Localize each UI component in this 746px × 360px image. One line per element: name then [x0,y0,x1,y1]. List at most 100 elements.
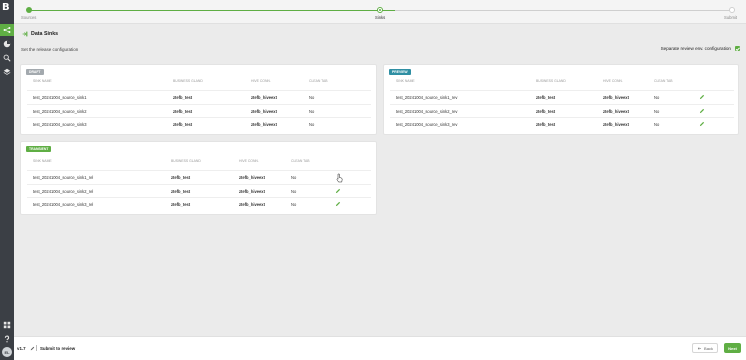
step-sources-dot[interactable] [26,7,32,13]
col-sink-name: SINK NAME [33,79,52,83]
back-button[interactable]: Back [692,343,718,353]
edit-button[interactable] [699,94,705,100]
col-clean-tab: CLEAN TAB [654,79,673,83]
hand-cursor-icon [336,173,343,183]
gland-cell: ztefb_test [173,122,193,127]
version-label: v1.7 [17,346,26,351]
search-icon [3,54,11,62]
sink-name-cell: test_20241004_source_sink3 [33,122,87,127]
sink-name-cell: test_20241004_source_sink3_rel [33,202,94,207]
gland-cell: ztefb_test [171,175,191,180]
table-row[interactable]: test_20241004_source_sink3_rel ztefb_tes… [27,197,371,210]
page-title-text: Data Sinks [31,31,59,37]
separate-review-toggle[interactable]: Separate review env. configuration [661,46,740,51]
pencil-icon [699,121,705,127]
clean-cell: No [654,122,660,127]
transient-badge: TRANSIENT [26,146,52,152]
table-row[interactable]: test_20241004_source_sink1 ztefb_test zt… [27,90,371,103]
pencil-icon [335,188,341,194]
table-row[interactable]: test_20241004_source_sink2_rel ztefb_tes… [27,184,371,197]
nav-apps[interactable] [0,319,14,331]
hive-cell: ztefb_hiveext [239,175,265,180]
draft-badge: DRAFT [26,69,44,75]
table-row[interactable]: test_20241004_source_sink2_rev ztefb_tes… [390,104,734,117]
sink-name-cell: test_20241004_source_sink2_rel [33,189,94,194]
stepper-remaining-line [395,10,732,11]
edit-button[interactable] [335,188,341,194]
sink-flow-icon [3,26,11,34]
clean-cell: No [291,189,297,194]
sink-name-cell: test_20241004_source_sink1 [33,95,87,100]
hive-cell: ztefb_hiveext [239,189,265,194]
arrow-left-icon [697,346,702,350]
sink-name-cell: test_20241004_source_sink3_rev [396,122,458,127]
pencil-icon [699,94,705,100]
nav-search[interactable] [0,52,14,64]
left-nav-rail: B EL [0,0,14,360]
nav-layers[interactable] [0,66,14,78]
gland-cell: ztefb_test [536,95,556,100]
clean-cell: No [291,175,297,180]
sink-icon [22,31,28,37]
preview-sinks-card: PREVIEW SINK NAME BUSINESS GLAND HIVE CO… [383,64,739,135]
progress-stepper: Sources Sinks Submit [14,0,746,24]
gland-cell: ztefb_test [171,189,191,194]
clean-cell: No [309,122,315,127]
gland-cell: ztefb_test [173,95,193,100]
hive-cell: ztefb_hiveext [251,95,277,100]
clean-cell: No [309,95,315,100]
hive-cell: ztefb_hiveext [239,202,265,207]
draft-sinks-card: DRAFT SINK NAME BUSINESS GLAND HIVE CONN… [20,64,377,135]
page-subtitle: Set the release configuration [21,47,79,52]
edit-version-icon[interactable] [30,346,35,351]
clean-cell: No [291,202,297,207]
apps-grid-icon [3,321,11,329]
step-submit-dot[interactable] [729,7,735,13]
step-sources-label: Sources [21,15,37,20]
col-business-gland: BUSINESS GLAND [536,79,566,83]
sink-name-cell: test_20241004_source_sink2 [33,109,87,114]
separate-review-label: Separate review env. configuration [660,46,731,51]
pie-chart-icon [3,40,11,48]
edit-button[interactable] [699,108,705,114]
edit-button[interactable] [335,201,341,207]
nav-help[interactable] [0,333,14,345]
gland-cell: ztefb_test [171,202,191,207]
clean-cell: No [654,109,660,114]
pencil-icon [335,201,341,207]
col-clean-tab: CLEAN TAB [309,79,328,83]
back-button-label: Back [704,345,713,351]
sink-name-cell: test_20241004_source_sink1_rev [396,95,458,100]
submit-to-review-link[interactable]: Submit to review [40,346,75,351]
col-business-gland: BUSINESS GLAND [171,159,201,163]
gland-cell: ztefb_test [173,109,193,114]
table-row[interactable]: test_20241004_source_sink2 ztefb_test zt… [27,104,371,117]
pencil-icon [699,108,705,114]
hive-cell: ztefb_hiveext [603,122,629,127]
table-row[interactable]: test_20241004_source_sink1_rev ztefb_tes… [390,90,734,103]
nav-reports[interactable] [0,38,14,50]
help-icon [4,335,10,343]
clean-cell: No [654,95,660,100]
step-sinks-label: Sinks [375,15,386,20]
col-sink-name: SINK NAME [33,159,52,163]
user-avatar[interactable]: EL [2,347,12,357]
transient-sinks-card: TRANSIENT SINK NAME BUSINESS GLAND HIVE … [20,141,377,215]
edit-button[interactable] [699,121,705,127]
next-button[interactable]: Next [724,343,741,353]
table-row[interactable]: test_20241004_source_sink3 ztefb_test zt… [27,117,371,130]
step-submit-label: Submit [724,15,738,20]
layers-icon [3,68,11,75]
col-sink-name: SINK NAME [396,79,415,83]
step-sinks-dot[interactable] [377,7,383,13]
hive-cell: ztefb_hiveext [603,95,629,100]
col-hive-conn: HIVE CONN. [251,79,271,83]
sink-name-cell: test_20241004_source_sink2_rev [396,109,458,114]
footer-bar: v1.7 Submit to review Back Next [14,336,746,360]
app-logo[interactable]: B [2,3,12,13]
table-row[interactable]: test_20241004_source_sink3_rev ztefb_tes… [390,117,734,130]
table-row[interactable]: test_20241004_source_sink1_rel ztefb_tes… [27,170,371,183]
stepper-progress-line [29,10,395,11]
nav-sinks[interactable] [0,24,14,36]
separate-review-checkbox[interactable] [735,46,740,51]
